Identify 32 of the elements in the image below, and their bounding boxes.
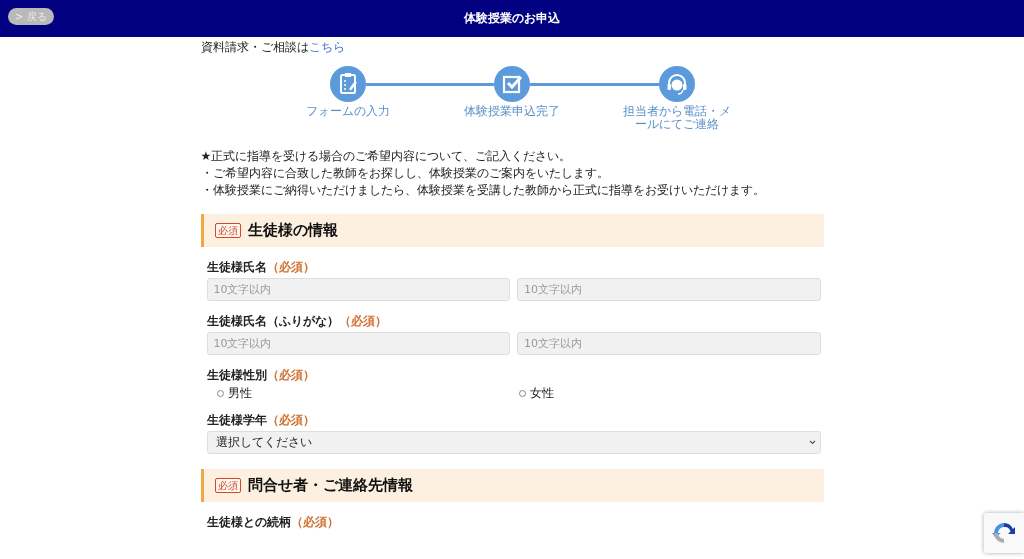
step-label: 担当者から電話・メールにてご連絡: [621, 105, 732, 132]
field-label: 生徒様性別: [206, 367, 267, 382]
grade-dropdown[interactable]: 選択してください: [206, 431, 821, 454]
required-badge: 必須: [214, 223, 241, 238]
required-mark: （必須）: [338, 313, 387, 328]
note-text: ・体験授業にご納得いただけましたら、体験授業を受講した教師から正式に指導をお受けいただけます。: [200, 182, 766, 199]
text-field[interactable]: 10文字以内: [517, 332, 821, 355]
radio-label[interactable]: 男性: [227, 384, 252, 402]
required-mark: （必須）: [290, 514, 339, 529]
section-title: 生徒様の情報: [247, 221, 338, 240]
field-label: 生徒様学年: [206, 412, 267, 427]
section-title: 問合せ者・ご連絡先情報: [247, 476, 413, 495]
intro-text: 資料請求・ご相談は: [200, 40, 309, 54]
note-text: ・ご希望内容に合致した教師をお探しし、体験授業のご案内をいたします。: [200, 165, 610, 182]
text-field[interactable]: 10文字以内: [206, 278, 510, 301]
required-mark: （必須）: [266, 367, 315, 382]
required-badge: 必須: [214, 478, 241, 493]
field-label: 生徒様との続柄: [206, 514, 291, 529]
caret-icon: [808, 440, 816, 445]
field-label: 生徒様氏名（ふりがな）: [206, 313, 339, 328]
required-mark: （必須）: [266, 259, 315, 274]
text-field[interactable]: 10文字以内: [206, 332, 510, 355]
refresh-arrows-icon[interactable]: [991, 520, 1017, 546]
step-label: フォームの入力: [304, 105, 391, 120]
page-title: 体験授業のお申込: [464, 10, 560, 27]
text-field[interactable]: 10文字以内: [517, 278, 821, 301]
field-label: 生徒様氏名: [206, 259, 267, 274]
inquiry-link[interactable]: こちら: [308, 40, 345, 54]
required-mark: （必須）: [266, 412, 315, 427]
note-text: ★正式に指導を受ける場合のご希望内容について、ご記入ください。: [200, 148, 573, 165]
radio-label[interactable]: 女性: [529, 384, 554, 402]
step-label: 体験授業申込完了: [463, 105, 561, 120]
